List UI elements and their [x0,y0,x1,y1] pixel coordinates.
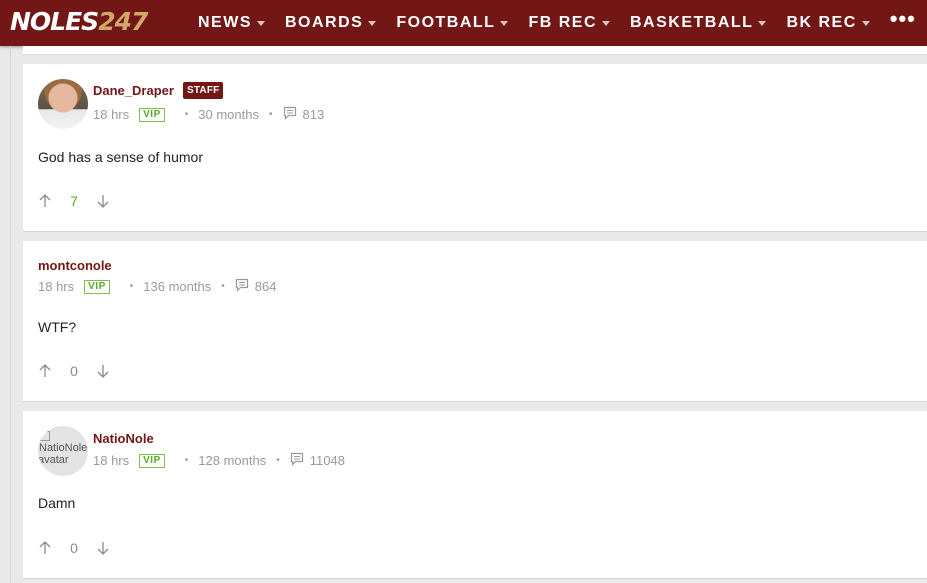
post-count: 813 [302,107,325,122]
chevron-down-icon [500,20,509,26]
comment-icon [290,452,304,469]
nav-item-bk-rec[interactable]: BK REC [786,14,870,32]
downvote-arrow-icon[interactable] [96,363,110,379]
username-link[interactable]: montconole [38,258,112,273]
nav-item-football[interactable]: FOOTBALL [396,14,509,32]
post-body: WTF? [38,319,77,335]
vote-score: 0 [70,540,78,556]
username-link[interactable]: NatioNole [93,431,154,446]
chevron-down-icon [257,20,265,26]
vip-badge: VIP [139,453,165,468]
logo-text: NOLES [10,7,99,36]
nav-item-fb-rec[interactable]: FB REC [528,14,610,32]
staff-badge: STAFF [183,82,224,99]
vote-controls: 0 [38,363,110,379]
post-card: montconole 18 hrs VIP • 136 months • 864… [23,241,927,402]
post-count: 11048 [309,453,345,468]
comment-icon [283,106,297,123]
avatar[interactable] [38,79,88,129]
post-meta: 18 hrs VIP • 128 months • 11048 [93,452,345,469]
nav-menu: NEWS BOARDS FOOTBALL FB REC BASKETBALL B… [198,0,916,46]
chevron-down-icon [861,20,870,26]
post-meta: 18 hrs VIP • 136 months • 864 [38,278,276,295]
chevron-down-icon [368,20,377,26]
vote-score: 7 [70,193,78,209]
nav-label: BASKETBALL [630,14,754,31]
vote-score: 0 [70,363,78,379]
upvote-arrow-icon[interactable] [38,540,52,556]
post-body: God has a sense of humor [38,149,203,165]
post-count: 864 [254,279,277,294]
vip-badge: VIP [84,279,110,294]
separator-dot: • [276,455,280,466]
site-logo[interactable]: NOLES247 [10,6,148,38]
post-card: NatioNole avatar NatioNole 18 hrs VIP • … [23,411,927,579]
nav-item-basketball[interactable]: BASKETBALL [630,14,767,32]
separator-dot: • [129,281,134,292]
chevron-down-icon [758,20,767,26]
post-time: 18 hrs [93,107,130,122]
thread-line [10,46,11,583]
separator-dot: • [184,455,189,466]
separator-dot: • [268,109,273,120]
logo-number: 247 [98,7,148,36]
nav-item-boards[interactable]: BOARDS [285,14,377,32]
avatar-alt-text: NatioNole avatar [38,442,88,466]
nav-item-news[interactable]: NEWS [198,14,265,32]
more-menu-icon[interactable]: ••• [890,6,916,32]
post-meta: 18 hrs VIP • 30 months • 813 [93,106,324,123]
member-tenure: 136 months [143,279,212,294]
post-time: 18 hrs [38,279,75,294]
post-card: Dane_Draper STAFF 18 hrs VIP • 30 months… [23,64,927,232]
post-time: 18 hrs [93,453,130,468]
chevron-down-icon [602,20,610,26]
nav-label: FOOTBALL [396,14,496,31]
vote-controls: 0 [38,540,110,556]
nav-label: BK REC [786,14,857,31]
nav-label: BOARDS [285,14,364,31]
previous-post-stub [23,46,927,55]
member-tenure: 128 months [198,453,267,468]
vote-controls: 7 [38,193,110,209]
comment-icon [235,278,249,295]
username-link[interactable]: Dane_Draper [93,83,174,98]
post-body: Damn [38,495,76,511]
nav-label: NEWS [198,14,252,31]
downvote-arrow-icon[interactable] [96,540,110,556]
nav-label: FB REC [528,14,597,31]
broken-image-icon [40,431,50,442]
separator-dot: • [221,281,225,292]
separator-dot: • [184,109,189,120]
member-tenure: 30 months [198,107,259,122]
vip-badge: VIP [139,107,165,122]
upvote-arrow-icon[interactable] [38,193,52,209]
avatar[interactable]: NatioNole avatar [38,426,88,476]
downvote-arrow-icon[interactable] [96,193,110,209]
upvote-arrow-icon[interactable] [38,363,52,379]
top-nav: NOLES247 NEWS BOARDS FOOTBALL FB REC BAS… [0,0,927,46]
